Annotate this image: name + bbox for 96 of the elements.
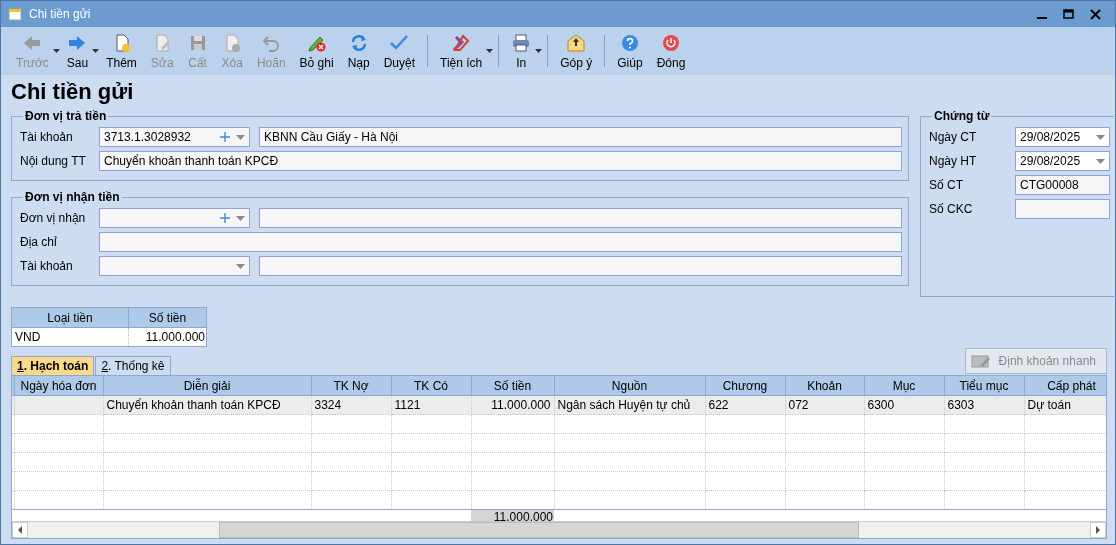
- column-header: Diễn giải: [103, 376, 311, 396]
- field-label: Tài khoản: [20, 130, 74, 144]
- table-cell: Ngân sách Huyện tự chủ: [554, 395, 705, 415]
- toolbar-button[interactable]: Nạp: [342, 29, 375, 74]
- field-value: KBNN Cầu Giấy - Hà Nội: [264, 130, 399, 144]
- column-header: Mục: [864, 376, 944, 396]
- plus-icon: [220, 132, 230, 142]
- total-cell: 11.000.000: [471, 509, 554, 521]
- column-header: Nguồn: [554, 376, 705, 396]
- field-label: Đơn vị nhận: [20, 211, 87, 225]
- envelope-icon: [566, 33, 587, 53]
- column-header: Số tiền: [471, 376, 554, 396]
- column-header: TK Có: [391, 376, 471, 396]
- column-header: Tiểu mục: [944, 376, 1024, 396]
- dropdown-caret-icon: [236, 215, 245, 221]
- name-field[interactable]: [259, 256, 902, 276]
- printer-icon: [511, 33, 532, 53]
- dropdown-caret-icon: [1096, 158, 1105, 164]
- toolbar-button[interactable]: Tiện ích: [435, 29, 488, 74]
- dropdown-caret-icon: [236, 134, 245, 140]
- dropdown-caret-icon: [1096, 134, 1105, 140]
- field-value: CTG00008: [1020, 178, 1079, 192]
- field-label: Số CKC: [929, 202, 974, 216]
- caret-icon: [535, 49, 543, 53]
- toolbar-button[interactable]: Duyệt: [378, 29, 420, 74]
- table-cell: Dự toán: [1024, 395, 1106, 415]
- caret-icon: [52, 49, 60, 53]
- field-value: Chuyển khoản thanh toán KPCĐ: [104, 154, 279, 168]
- scroll-left-icon: [18, 526, 22, 534]
- table-cell: 11.000.000: [128, 327, 207, 347]
- toolbar-button[interactable]: Thêm: [101, 29, 142, 74]
- plus-icon: [220, 213, 230, 223]
- close-icon: [1090, 8, 1101, 20]
- group-title: Đơn vị nhận tiền: [24, 190, 121, 204]
- table-cell: 6303: [944, 395, 1024, 415]
- toolbar-button[interactable]: Đóng: [651, 29, 691, 74]
- page-heading: Chi tiền gửi: [10, 78, 135, 106]
- field-label: Nội dung TT: [20, 154, 87, 168]
- minimize-icon: [1037, 16, 1047, 19]
- column-header: Số tiền: [128, 307, 207, 328]
- field-label: Số CT: [929, 178, 964, 192]
- table-cell: 072: [785, 395, 864, 415]
- toolbar-button[interactable]: Góp ý: [555, 29, 598, 74]
- date-field[interactable]: 29/08/2025: [1015, 127, 1110, 147]
- text-field[interactable]: [99, 232, 902, 252]
- column-header: Khoản: [785, 376, 864, 396]
- tools-icon: [451, 33, 472, 53]
- field-label: Ngày CT: [929, 130, 978, 144]
- name-field[interactable]: KBNN Cầu Giấy - Hà Nội: [259, 127, 902, 147]
- account-combo[interactable]: 3713.1.3028932: [99, 127, 250, 147]
- field-value: 29/08/2025: [1020, 154, 1081, 168]
- group-title: Đơn vị trả tiền: [24, 109, 108, 123]
- maximize-icon: [1063, 8, 1074, 20]
- table-cell: 11.000.000: [471, 395, 554, 415]
- field-value: 3713.1.3028932: [104, 130, 192, 144]
- card-pen-icon: [970, 353, 991, 369]
- table-cell: VND: [11, 327, 129, 347]
- app-icon: [7, 6, 23, 22]
- caret-icon: [486, 49, 494, 53]
- account-combo[interactable]: [99, 256, 250, 276]
- column-header: Loại tiền: [11, 307, 129, 328]
- text-field[interactable]: Chuyển khoản thanh toán KPCĐ: [99, 151, 902, 171]
- toolbar-button[interactable]: Bỏ ghi: [294, 29, 339, 74]
- tab[interactable]: 1. Hạch toán: [11, 356, 95, 375]
- scroll-right-icon: [1096, 526, 1100, 534]
- table-cell: Chuyển khoản thanh toán KPCĐ: [103, 395, 311, 415]
- toolbar-button[interactable]: Giúp: [612, 29, 648, 74]
- undo-icon: [261, 33, 282, 53]
- field-label: Ngày HT: [929, 154, 978, 168]
- help-icon: [619, 33, 640, 53]
- column-header: Cấp phát: [1024, 376, 1106, 396]
- date-field[interactable]: 29/08/2025: [1015, 151, 1110, 171]
- field-label: Địa chỉ: [20, 235, 58, 249]
- account-combo[interactable]: [99, 208, 250, 228]
- toolbar-button[interactable]: Sau: [61, 29, 94, 74]
- horizontal-scrollbar[interactable]: [12, 521, 1106, 538]
- back-arrow-icon: [22, 33, 43, 53]
- table-cell: 622: [705, 395, 785, 415]
- text-field[interactable]: CTG00008: [1015, 175, 1110, 195]
- power-icon: [661, 33, 681, 53]
- table-cell: 6300: [864, 395, 944, 415]
- text-field[interactable]: [1015, 199, 1110, 219]
- table-cell: 1121: [391, 395, 471, 415]
- tab[interactable]: 2. Thống kê: [95, 356, 171, 375]
- table-cell: 3324: [311, 395, 391, 415]
- window-title: Chi tiền gửi: [29, 7, 92, 21]
- group-title: Chứng từ: [933, 109, 991, 123]
- column-header: Ngày hóa đơn: [14, 376, 103, 396]
- field-label: Tài khoản: [20, 259, 74, 273]
- column-header: TK Nợ: [311, 376, 391, 396]
- column-header: Chương: [705, 376, 785, 396]
- field-value: 29/08/2025: [1020, 130, 1081, 144]
- dropdown-caret-icon: [236, 263, 245, 269]
- toolbar-button[interactable]: In: [506, 29, 537, 74]
- name-field[interactable]: [259, 208, 902, 228]
- caret-icon: [92, 49, 100, 53]
